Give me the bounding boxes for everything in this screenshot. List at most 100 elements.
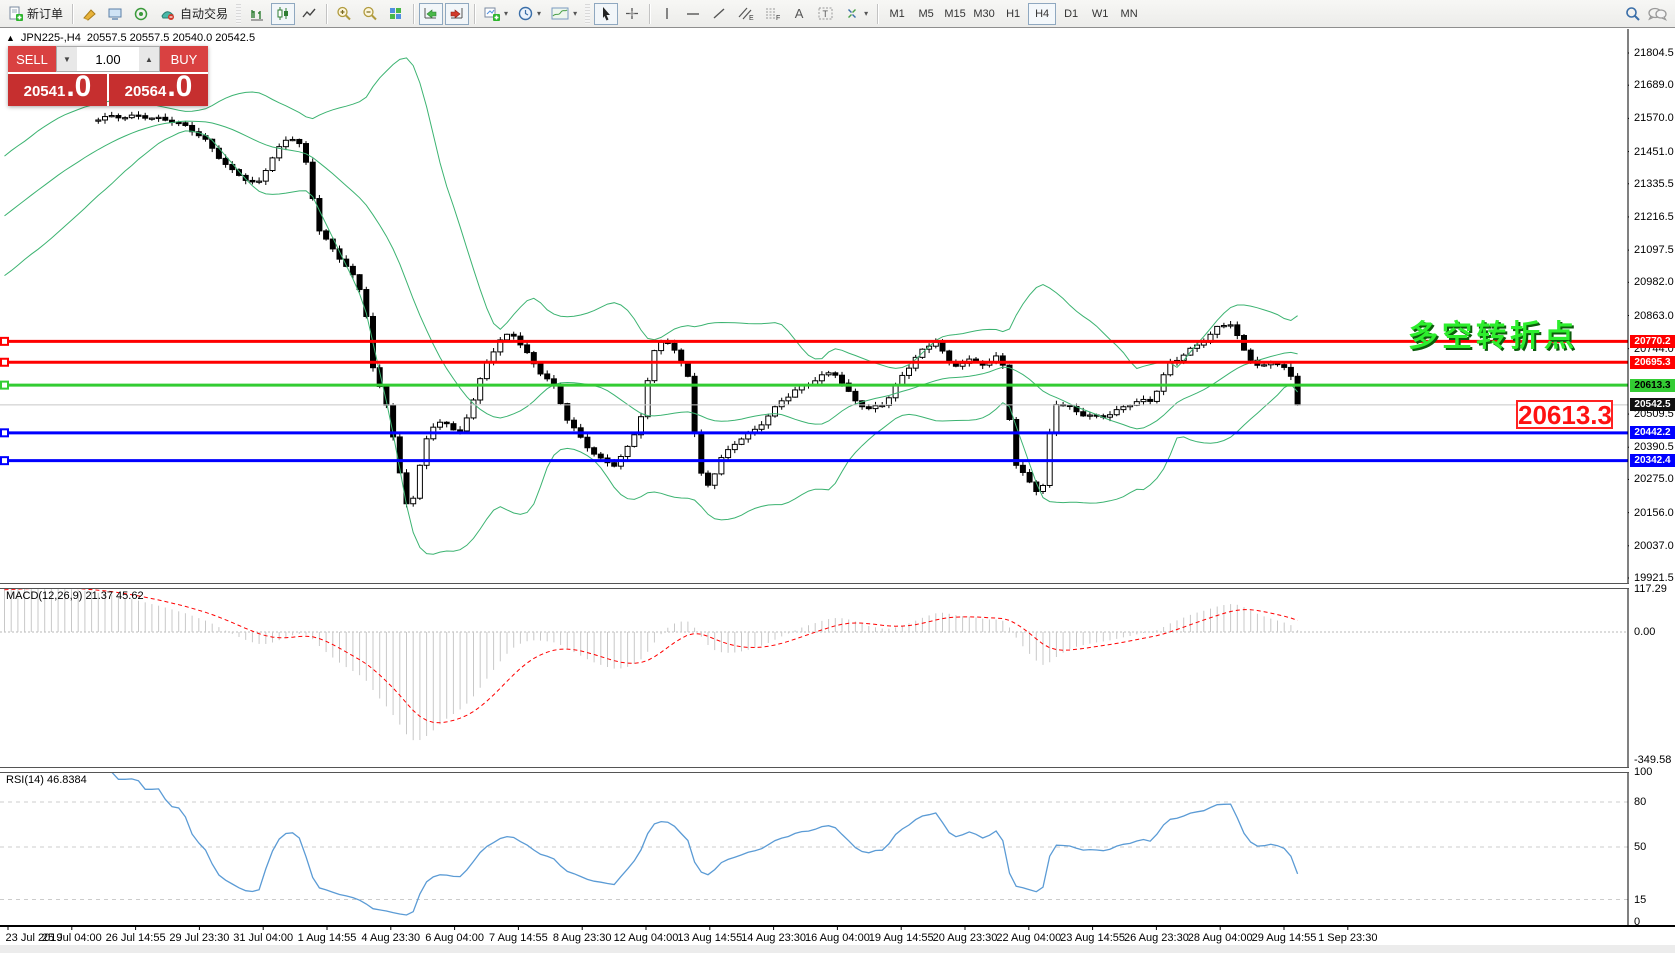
line-chart-type-button[interactable] xyxy=(297,3,321,25)
volume-spinner: ▼ ▲ xyxy=(56,46,160,72)
autotrading-button[interactable]: 自动交易 xyxy=(156,3,232,25)
svg-text:T: T xyxy=(823,9,829,19)
time-axis-label: 16 Aug 04:00 xyxy=(805,932,870,944)
candlestick-chart-icon xyxy=(275,6,291,21)
text-label-tool[interactable]: T xyxy=(813,3,838,25)
zoom-out-button[interactable] xyxy=(358,3,382,25)
price-axis-tick: 20982.0 xyxy=(1634,276,1674,288)
price-axis-tick: 21451.0 xyxy=(1634,146,1674,158)
new-order-button[interactable]: 新订单 xyxy=(4,3,67,25)
time-axis-label: 22 Aug 04:00 xyxy=(996,932,1061,944)
dropdown-arrow-icon: ▾ xyxy=(573,10,577,18)
buy-button[interactable]: BUY xyxy=(160,46,208,72)
arrows-tool[interactable]: ▾ xyxy=(840,3,872,25)
trendline-icon xyxy=(711,6,727,21)
line-anchor-marker xyxy=(1,338,8,345)
price-badge: 20542.5 xyxy=(1630,398,1675,411)
price-badge: 20770.2 xyxy=(1630,335,1675,348)
crayon-button[interactable] xyxy=(78,3,102,25)
text-tool[interactable]: A xyxy=(787,3,811,25)
fibonacci-tool[interactable]: F xyxy=(760,3,785,25)
chat-icon[interactable] xyxy=(1647,6,1667,22)
equidistant-channel-tool[interactable]: E xyxy=(733,3,758,25)
signal-button[interactable] xyxy=(130,3,154,25)
collapse-quotes-icon[interactable]: ▲ xyxy=(6,33,15,43)
timeframe-d1-button[interactable]: D1 xyxy=(1057,3,1085,25)
toolbar-drag-handle[interactable] xyxy=(236,4,241,24)
toolbar-separator xyxy=(72,4,73,24)
time-axis-label: 29 Aug 14:55 xyxy=(1252,932,1317,944)
volume-decrease-button[interactable]: ▼ xyxy=(57,47,77,71)
crosshair-button[interactable] xyxy=(620,3,644,25)
price-axis-tick: 21335.5 xyxy=(1634,178,1674,190)
timeframe-mn-button[interactable]: MN xyxy=(1115,3,1143,25)
time-axis-label: 12 Aug 04:00 xyxy=(614,932,679,944)
toolbar-separator xyxy=(474,4,475,24)
volume-increase-button[interactable]: ▲ xyxy=(139,47,159,71)
auto-scroll-button[interactable] xyxy=(419,3,443,25)
timeframe-m5-button[interactable]: M5 xyxy=(912,3,940,25)
timeframe-m1-button[interactable]: M1 xyxy=(883,3,911,25)
time-axis-label: 26 Jul 14:55 xyxy=(106,932,166,944)
terminal-button[interactable] xyxy=(104,3,128,25)
cursor-icon xyxy=(599,6,613,21)
sell-button[interactable]: SELL xyxy=(8,46,56,72)
dropdown-arrow-icon: ▾ xyxy=(864,10,868,18)
sell-price-main: 20541 xyxy=(24,83,66,100)
timeframe-h1-button[interactable]: H1 xyxy=(999,3,1027,25)
horizontal-lines-layer xyxy=(0,338,1628,464)
buy-price-display[interactable]: 20564 .0 xyxy=(109,74,208,106)
trendline-tool[interactable] xyxy=(707,3,731,25)
price-axis-tick: 21097.5 xyxy=(1634,244,1674,256)
macd-pane xyxy=(0,587,1628,740)
time-axis-label: 20 Aug 23:30 xyxy=(933,932,998,944)
price-axis-tick: 21689.0 xyxy=(1634,79,1674,91)
time-axis-label: 7 Aug 14:55 xyxy=(489,932,548,944)
autotrading-icon xyxy=(160,7,176,21)
price-badge: 20695.3 xyxy=(1630,356,1675,369)
chart-canvas[interactable]: ▲ JPN225-,H4 20557.5 20557.5 20540.0 205… xyxy=(0,29,1675,953)
time-axis-label: 31 Jul 04:00 xyxy=(233,932,293,944)
chart-shift-button[interactable] xyxy=(445,3,469,25)
svg-text:E: E xyxy=(749,15,754,21)
search-icon[interactable] xyxy=(1625,6,1641,22)
zoom-in-button[interactable] xyxy=(332,3,356,25)
chart-drawing-surface xyxy=(0,29,1675,953)
bar-chart-type-button[interactable] xyxy=(245,3,269,25)
bollinger-bands-layer xyxy=(5,58,1298,554)
price-pane xyxy=(0,58,1628,554)
tile-windows-button[interactable] xyxy=(384,3,408,25)
price-axis-tick: 20863.0 xyxy=(1634,310,1674,322)
timeframe-m30-button[interactable]: M30 xyxy=(970,3,998,25)
vertical-line-tool[interactable] xyxy=(655,3,679,25)
time-axis-label: 23 Aug 14:55 xyxy=(1060,932,1125,944)
fibonacci-icon: F xyxy=(764,6,781,21)
toolbar: 新订单 自动交易 ▾ ▾ ▾ E F A T ▾ xyxy=(0,0,1675,28)
horizontal-line-icon xyxy=(685,6,701,21)
svg-text:F: F xyxy=(776,15,780,21)
pane-separator-macd[interactable] xyxy=(0,583,1675,589)
candlestick-chart-type-button[interactable] xyxy=(271,3,295,25)
timeframe-h4-button[interactable]: H4 xyxy=(1028,3,1056,25)
symbol-period-label: JPN225-,H4 xyxy=(21,32,81,44)
sell-price-display[interactable]: 20541 .0 xyxy=(8,74,107,106)
toolbar-drag-handle[interactable] xyxy=(585,4,590,24)
bar-chart-icon xyxy=(249,6,265,21)
line-anchor-marker xyxy=(1,359,8,366)
template-button[interactable]: ▾ xyxy=(547,3,581,25)
period-clock-button[interactable]: ▾ xyxy=(514,3,545,25)
price-badge: 20442.2 xyxy=(1630,426,1675,439)
toolbar-separator xyxy=(649,4,650,24)
timeframe-m15-button[interactable]: M15 xyxy=(941,3,969,25)
line-anchor-marker xyxy=(1,457,8,464)
cursor-button[interactable] xyxy=(594,3,618,25)
new-chart-button[interactable]: ▾ xyxy=(480,3,512,25)
volume-input[interactable] xyxy=(77,47,139,71)
time-axis-label: 29 Jul 23:30 xyxy=(169,932,229,944)
timeframe-w1-button[interactable]: W1 xyxy=(1086,3,1114,25)
horizontal-line-tool[interactable] xyxy=(681,3,705,25)
buy-price-fraction: .0 xyxy=(167,74,192,100)
sell-price-fraction: .0 xyxy=(66,74,91,100)
text-label-icon: T xyxy=(817,6,834,21)
pane-separator-rsi[interactable] xyxy=(0,767,1675,773)
